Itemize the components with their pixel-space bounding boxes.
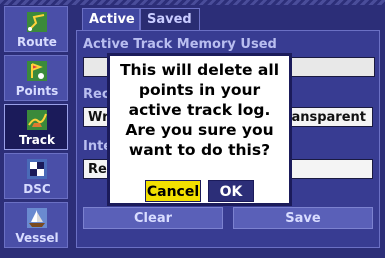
sidebar-item-dsc[interactable]: DSC: [4, 153, 68, 199]
tab-saved[interactable]: Saved: [140, 8, 200, 30]
sidebar-item-label: DSC: [23, 182, 51, 196]
sidebar-item-points[interactable]: Points: [4, 55, 68, 101]
sidebar-item-route[interactable]: Route: [4, 6, 68, 52]
save-button[interactable]: Save: [233, 207, 373, 229]
record-mode-label: Rec: [83, 87, 110, 102]
clear-button[interactable]: Clear: [83, 207, 223, 229]
top-decoration: [0, 0, 385, 5]
sidebar-item-vessel[interactable]: Vessel: [4, 202, 68, 248]
tab-active[interactable]: Active: [82, 8, 140, 30]
record-mode-value-right: ansparent: [291, 110, 366, 125]
memory-used-label: Active Track Memory Used: [83, 37, 277, 52]
route-icon: [27, 12, 47, 32]
vessel-icon: [27, 208, 47, 228]
dialog-message: This will delete all points in your acti…: [119, 61, 280, 159]
sidebar: Route Points Track DSC Vessel: [4, 6, 68, 250]
ok-button[interactable]: OK: [208, 180, 254, 202]
sidebar-item-track[interactable]: Track: [4, 104, 68, 150]
confirm-delete-dialog: This will delete all points in your acti…: [107, 53, 292, 206]
sidebar-item-label: Vessel: [15, 231, 59, 245]
sidebar-item-label: Points: [15, 84, 59, 98]
sidebar-item-label: Route: [17, 35, 57, 49]
sidebar-item-label: Track: [19, 133, 55, 147]
dsc-icon: [27, 159, 47, 179]
points-icon: [27, 61, 47, 81]
track-icon: [27, 110, 47, 130]
cancel-button[interactable]: Cancel: [145, 180, 201, 202]
